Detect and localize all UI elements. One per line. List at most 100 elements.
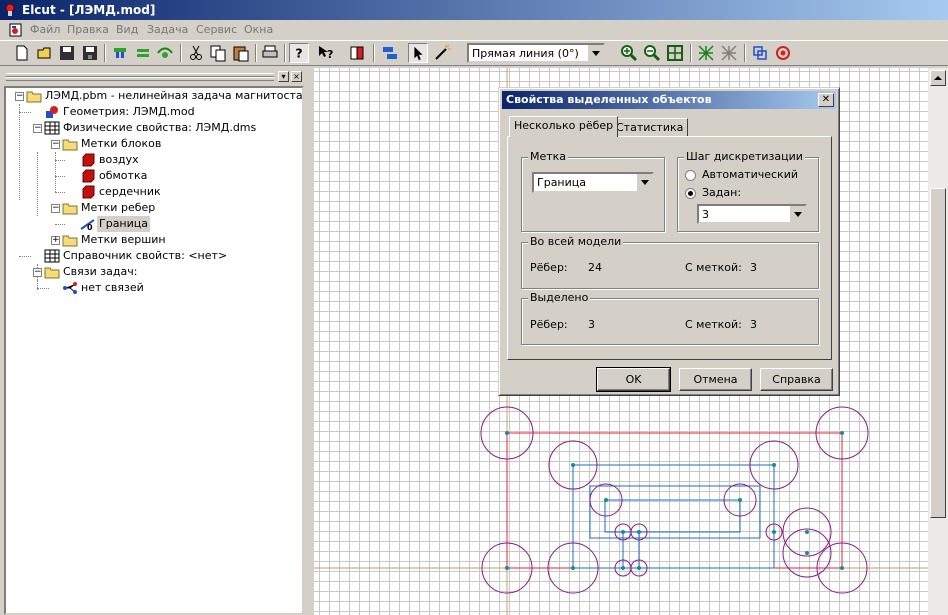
tree-item-label: сердечник — [99, 185, 161, 198]
tree-connector — [55, 152, 56, 192]
vertex[interactable] — [637, 566, 641, 570]
links-icon — [63, 282, 77, 294]
save-icon[interactable] — [57, 43, 77, 63]
line-type-combo[interactable]: Прямая линия (0°) — [467, 43, 605, 63]
copy-objects-icon[interactable] — [750, 43, 770, 63]
set-radio[interactable] — [685, 188, 696, 199]
menu-view[interactable]: Вид — [116, 23, 138, 36]
selected-title: Выделено — [528, 291, 591, 304]
magic-icon[interactable] — [432, 43, 452, 63]
vertex[interactable] — [505, 566, 509, 570]
panel-grip[interactable] — [6, 77, 274, 81]
help-icon[interactable]: ? — [289, 43, 309, 63]
collapse-toggle[interactable]: − — [33, 124, 42, 133]
step-group-title: Шаг дискретизации — [684, 150, 805, 163]
tab-statistics[interactable]: Статистика — [611, 118, 689, 137]
vertex[interactable] — [840, 431, 844, 435]
vertex[interactable] — [840, 566, 844, 570]
copy-icon[interactable] — [208, 43, 228, 63]
new-icon[interactable] — [12, 43, 32, 63]
toolbar-separator — [255, 44, 257, 62]
tab-multiple-edges[interactable]: Несколько рёбер — [509, 116, 619, 137]
select-arrow-icon[interactable] — [408, 43, 428, 63]
cancel-button[interactable]: Отмена — [679, 368, 752, 391]
vertex[interactable] — [772, 463, 776, 467]
close-icon[interactable]: ✕ — [818, 93, 834, 107]
ok-button[interactable]: OK — [596, 367, 671, 392]
blocks-icon[interactable] — [380, 43, 400, 63]
vertex[interactable] — [505, 431, 509, 435]
menu-file[interactable]: Файл — [30, 23, 60, 36]
chevron-down-icon[interactable] — [587, 45, 603, 61]
panel-minimize-button[interactable]: ▾ — [278, 71, 289, 82]
tree-connector — [55, 224, 65, 225]
tree-item-label: воздух — [99, 153, 139, 166]
step-select[interactable]: 3 — [697, 204, 807, 224]
menu-task[interactable]: Задача — [147, 23, 188, 36]
red-cube-icon — [82, 169, 95, 183]
svg-text:?: ? — [327, 48, 333, 61]
document-icon[interactable] — [9, 23, 23, 37]
chevron-down-icon[interactable] — [789, 206, 805, 222]
magnet-icon[interactable] — [110, 43, 130, 63]
collapse-toggle[interactable]: − — [15, 92, 24, 101]
print-icon[interactable] — [260, 43, 280, 63]
cut-icon[interactable] — [186, 43, 206, 63]
collapse-toggle[interactable]: − — [51, 204, 60, 213]
vertex[interactable] — [637, 530, 641, 534]
chevron-down-icon[interactable] — [636, 174, 652, 191]
solve-icon[interactable] — [155, 43, 175, 63]
set-radio-label: Задан: — [702, 186, 742, 199]
collapse-toggle[interactable]: − — [33, 268, 42, 277]
folder-icon — [62, 203, 78, 215]
equals-icon[interactable] — [133, 43, 153, 63]
winding-outer-rectangle[interactable] — [572, 464, 775, 569]
vertex[interactable] — [738, 498, 742, 502]
tree-connector — [37, 152, 38, 216]
zoom-out-icon[interactable] — [642, 43, 662, 63]
vertex[interactable] — [621, 530, 625, 534]
vertex[interactable] — [621, 566, 625, 570]
record-icon[interactable] — [773, 43, 793, 63]
tree-connector — [19, 256, 31, 257]
grid-table-icon — [44, 249, 60, 263]
menu-edit[interactable]: Правка — [67, 23, 109, 36]
scroll-up-button[interactable] — [930, 70, 946, 86]
collapse-toggle[interactable]: − — [51, 140, 60, 149]
vertical-scrollbar[interactable] — [928, 68, 948, 615]
vertex[interactable] — [772, 530, 776, 534]
vertex[interactable] — [805, 551, 809, 555]
zoom-in-icon[interactable] — [619, 43, 639, 63]
menu-service[interactable]: Сервис — [196, 23, 237, 36]
problem-tree-panel: ▾ × − − − − + − ЛЭМД.pbm - нелинейная за… — [4, 70, 308, 615]
toolbar: ? ? Прямая линия (0°) — [0, 40, 948, 66]
vertex[interactable] — [571, 566, 575, 570]
tree-item-label: нет связей — [81, 281, 144, 294]
tree-item-label: Метки блоков — [81, 137, 162, 150]
save-all-icon[interactable] — [80, 43, 100, 63]
open-icon[interactable] — [35, 43, 55, 63]
red-cube-icon — [82, 185, 95, 199]
problem-tree[interactable]: − − − − + − ЛЭМД.pbm - нелинейная задача… — [4, 86, 304, 615]
winding-inner-rectangle[interactable] — [604, 499, 741, 533]
zoom-fit-icon[interactable] — [665, 43, 685, 63]
paste-icon[interactable] — [231, 43, 251, 63]
auto-radio[interactable] — [685, 170, 696, 181]
folder-icon — [44, 267, 60, 279]
help-button[interactable]: Справка — [760, 368, 833, 391]
context-help-icon[interactable]: ? — [316, 43, 336, 63]
remove-mesh-icon[interactable] — [719, 43, 739, 63]
selected-edges-value: 3 — [588, 318, 595, 331]
vertex[interactable] — [604, 498, 608, 502]
scroll-thumb[interactable] — [930, 188, 946, 518]
grid-table-icon — [44, 121, 60, 135]
panel-close-button[interactable]: × — [291, 71, 302, 82]
book-icon[interactable] — [347, 43, 367, 63]
vertex[interactable] — [805, 530, 809, 534]
expand-toggle[interactable]: + — [51, 236, 60, 245]
vertex[interactable] — [571, 463, 575, 467]
label-select[interactable]: Граница — [532, 172, 654, 193]
whole-edges-label: Рёбер: — [530, 261, 568, 274]
mesh-icon[interactable] — [696, 43, 716, 63]
menu-windows[interactable]: Окна — [244, 23, 273, 36]
